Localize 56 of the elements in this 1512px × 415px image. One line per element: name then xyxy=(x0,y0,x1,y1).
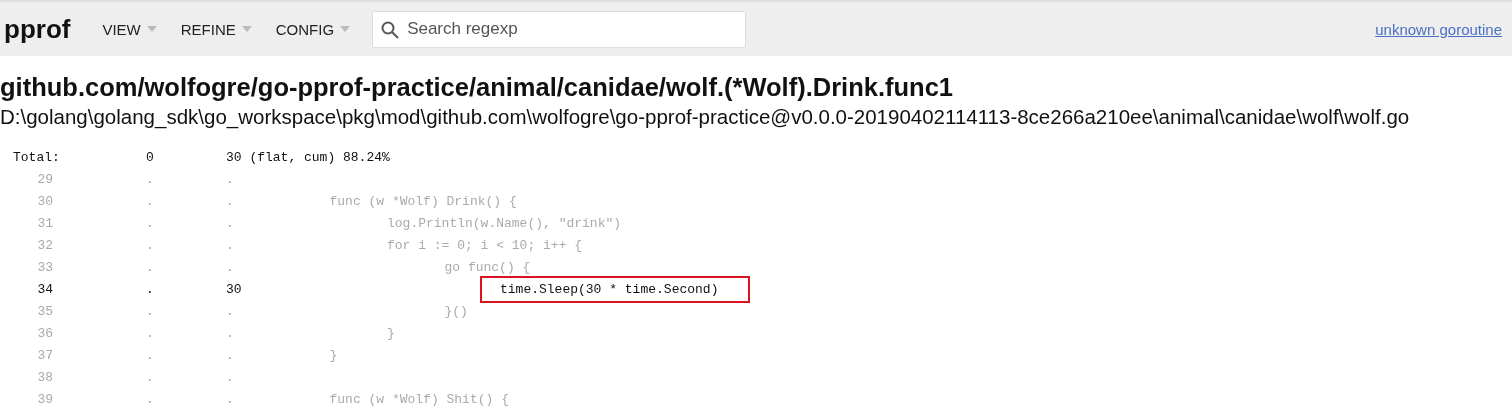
line-number: 37 xyxy=(36,347,53,363)
menu-button[interactable]: REFINE xyxy=(172,14,260,44)
cum-value: 30 (flat, cum) 88.24% xyxy=(226,149,390,165)
file-path: D:\golang\golang_sdk\go_workspace\pkg\mod\github.com\wolfogre\go-pprof-practice@v0.0.0-20190402114113-8ce266a210ee\animal\canidae\wolf\wolf.go xyxy=(0,104,1411,130)
caret-icon xyxy=(146,26,157,32)
flat-value: . xyxy=(146,303,155,319)
cum-value: . xyxy=(226,193,235,209)
line-number: 39 xyxy=(36,391,53,407)
app-logo: pprof xyxy=(4,13,71,45)
cum-value: . xyxy=(226,303,235,319)
goroutine-link[interactable]: unknown goroutine xyxy=(1375,20,1502,38)
line-number: 32 xyxy=(36,237,53,253)
code-line: } xyxy=(328,346,339,365)
flat-value: . xyxy=(146,237,155,253)
cum-value: . xyxy=(226,237,235,253)
flat-value: . xyxy=(146,369,155,385)
flat-value: . xyxy=(146,347,155,363)
line-number: 35 xyxy=(36,303,53,319)
line-number: 31 xyxy=(36,215,53,231)
line-number: 36 xyxy=(36,325,53,341)
total-label: Total: xyxy=(12,149,60,165)
cum-value: . xyxy=(226,347,235,363)
line-number: 34 xyxy=(36,281,53,297)
line-number: 29 xyxy=(36,171,53,187)
flat-value: 0 xyxy=(146,149,155,165)
cum-value: . xyxy=(226,171,235,187)
code-line: for i := 0; i < 10; i++ { xyxy=(386,236,584,255)
flat-value: . xyxy=(146,325,155,341)
line-number: 30 xyxy=(36,193,53,209)
flat-value: . xyxy=(146,171,155,187)
menu-button[interactable]: VIEW xyxy=(94,14,165,44)
flat-value: . xyxy=(146,193,155,209)
cum-value: . xyxy=(226,215,235,231)
cum-value: 30 xyxy=(226,281,243,297)
code-line: }() xyxy=(443,302,469,321)
search-icon xyxy=(381,20,400,39)
cum-value: . xyxy=(226,369,235,385)
cum-value: . xyxy=(226,259,235,275)
code-line: go func() { xyxy=(443,258,532,277)
menu-button[interactable]: CONFIG xyxy=(267,14,359,44)
cum-value: . xyxy=(226,391,235,407)
function-title: github.com/wolfogre/go-pprof-practice/animal/canidae/wolf.(*Wolf).Drink.func1 xyxy=(0,72,954,102)
flat-value: . xyxy=(146,281,155,297)
flat-value: . xyxy=(146,259,155,275)
code-line: func (w *Wolf) Drink() { xyxy=(328,192,518,211)
line-number: 38 xyxy=(36,369,53,385)
flat-value: . xyxy=(146,215,155,231)
code-line: } xyxy=(386,324,396,343)
search-field[interactable]: Search regexp xyxy=(372,10,747,48)
cum-value: . xyxy=(226,325,235,341)
caret-icon xyxy=(340,26,351,32)
line-number: 33 xyxy=(36,259,53,275)
code-line: func (w *Wolf) Shit() { xyxy=(328,390,510,409)
flat-value: . xyxy=(146,391,155,407)
code-line: log.Println(w.Name(), "drink") xyxy=(386,214,623,233)
caret-icon xyxy=(241,26,252,32)
